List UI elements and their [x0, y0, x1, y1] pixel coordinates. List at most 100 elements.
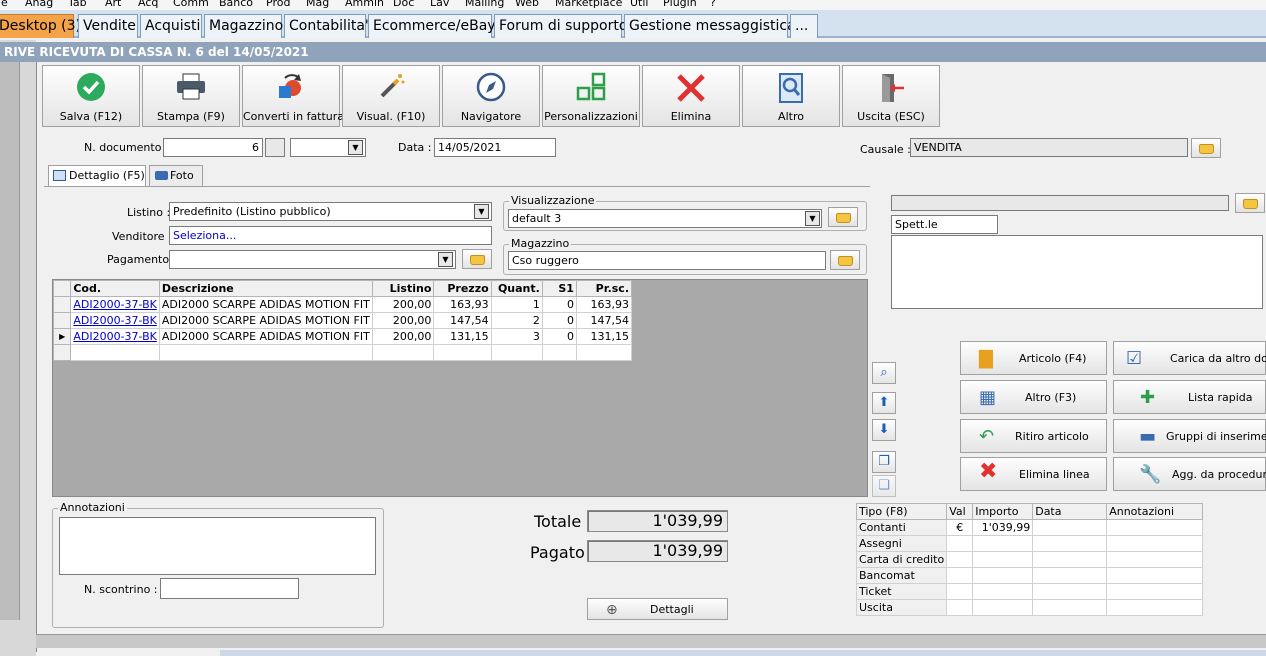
col-tipo[interactable]: Tipo (F8): [855, 503, 948, 520]
convert-invoice-button[interactable]: Converti in fattura: [242, 65, 344, 127]
col-val[interactable]: Val: [946, 503, 974, 520]
customer-title-input[interactable]: Spett.le: [891, 215, 998, 234]
table-row[interactable]: ▶ ADI2000-37-BK ADI2000 SCARPE ADIDAS MO…: [52, 328, 633, 345]
navigator-button[interactable]: Navigatore: [442, 65, 540, 127]
tab-contabilita[interactable]: Contabilita': [284, 14, 369, 38]
copy-row-button[interactable]: ❐: [872, 451, 896, 473]
listino-select[interactable]: Predefinito (Listino pubblico): [169, 202, 492, 221]
table-row[interactable]: Ticket: [855, 583, 1203, 600]
menu-item-marketplace[interactable]: Marketplace: [555, 0, 622, 9]
tab-more[interactable]: ...: [790, 14, 818, 38]
cell-prezzo[interactable]: 131,15: [433, 328, 492, 345]
print-button[interactable]: Stampa (F9): [142, 65, 240, 127]
tab-magazzino[interactable]: Magazzino: [204, 14, 283, 38]
cell-s1[interactable]: 0: [541, 312, 577, 329]
causale-folder-button[interactable]: [1191, 138, 1221, 158]
col-prezzo[interactable]: Prezzo: [433, 280, 492, 297]
menu-item-ammin[interactable]: Ammin: [345, 0, 384, 9]
chevron-down-icon[interactable]: ▼: [348, 140, 363, 155]
magazzino-folder-button[interactable]: [830, 250, 860, 270]
menu-item-doc[interactable]: Doc: [393, 0, 414, 9]
visualizzazione-select[interactable]: default 3: [508, 209, 822, 228]
cell-s1[interactable]: 0: [541, 328, 577, 345]
other-add-button[interactable]: ▦ Altro (F3): [960, 380, 1107, 414]
cell-descrizione[interactable]: ADI2000 SCARPE ADIDAS MOTION FIT: [158, 328, 373, 345]
table-row[interactable]: Uscita: [855, 599, 1203, 616]
menu-item-banco[interactable]: Banco: [219, 0, 253, 9]
col-s1[interactable]: S1: [541, 280, 577, 297]
col-descrizione[interactable]: Descrizione: [158, 280, 373, 297]
table-row[interactable]: Bancomat: [855, 567, 1203, 584]
table-row[interactable]: Assegni: [855, 535, 1203, 552]
tab-foto[interactable]: Foto: [149, 165, 203, 187]
cell-descrizione[interactable]: ADI2000 SCARPE ADIDAS MOTION FIT: [158, 312, 373, 329]
quick-list-button[interactable]: ✚ Lista rapida: [1113, 380, 1266, 414]
return-article-button[interactable]: ↶ Ritiro articolo: [960, 419, 1107, 453]
menu-item-prod[interactable]: Prod: [266, 0, 290, 9]
venditore-input[interactable]: Seleziona...: [169, 226, 492, 245]
cell-prsc[interactable]: 147,54: [575, 312, 633, 329]
cell-quant[interactable]: 3: [490, 328, 543, 345]
cell-listino[interactable]: 200,00: [371, 328, 435, 345]
customer-address-textarea[interactable]: [891, 235, 1263, 309]
save-button[interactable]: Salva (F12): [42, 65, 140, 127]
menu-item-util[interactable]: Util: [630, 0, 648, 9]
magazzino-input[interactable]: Cso ruggero: [508, 251, 826, 270]
tab-ecommerce[interactable]: Ecommerce/eBay: [368, 14, 496, 38]
customize-button[interactable]: Personalizzazioni: [542, 65, 640, 127]
cell-prezzo[interactable]: 147,54: [433, 312, 492, 329]
causale-input[interactable]: VENDITA: [910, 138, 1188, 157]
menu-item-comm[interactable]: Comm: [173, 0, 209, 9]
item-code-link[interactable]: ADI2000-37-BK: [70, 296, 160, 313]
col-importo[interactable]: Importo: [972, 503, 1034, 520]
tab-vendite[interactable]: Vendite: [78, 14, 138, 38]
table-row[interactable]: ADI2000-37-BK ADI2000 SCARPE ADIDAS MOTI…: [52, 312, 633, 329]
col-annotazioni[interactable]: Annotazioni: [1106, 503, 1203, 520]
cell-prsc[interactable]: 163,93: [575, 296, 633, 313]
col-data[interactable]: Data: [1032, 503, 1108, 520]
move-down-button[interactable]: ⬇: [872, 419, 896, 441]
tab-dettaglio[interactable]: Dettaglio (F5): [48, 165, 146, 187]
menu-item-mag[interactable]: Mag: [306, 0, 329, 9]
col-listino[interactable]: Listino: [371, 280, 435, 297]
chevron-down-icon[interactable]: ▼: [438, 252, 453, 267]
col-quant[interactable]: Quant.: [490, 280, 543, 297]
insert-groups-button[interactable]: ▬ Gruppi di inserimento: [1113, 419, 1266, 453]
load-from-doc-button[interactable]: ☑ Carica da altro doc.: [1113, 341, 1266, 375]
doc-number-input[interactable]: 6: [163, 138, 263, 157]
update-procedure-button[interactable]: 🔧 Agg. da procedura: [1113, 457, 1266, 491]
delete-line-button[interactable]: ✖ Elimina linea: [960, 457, 1107, 491]
cell-quant[interactable]: 2: [490, 312, 543, 329]
menu-item-acq[interactable]: Acq: [138, 0, 158, 9]
cell-listino[interactable]: 200,00: [371, 312, 435, 329]
chevron-down-icon[interactable]: ▼: [474, 204, 489, 219]
view-button[interactable]: Visual. (F10): [342, 65, 440, 127]
cell-quant[interactable]: 1: [490, 296, 543, 313]
table-row[interactable]: ADI2000-37-BK ADI2000 SCARPE ADIDAS MOTI…: [52, 296, 633, 313]
table-row[interactable]: Contanti €1'039,99: [855, 519, 1203, 536]
menu-item-web[interactable]: Web: [515, 0, 539, 9]
visualizzazione-folder-button[interactable]: [828, 207, 858, 227]
cell-s1[interactable]: 0: [541, 296, 577, 313]
table-row-empty[interactable]: [52, 344, 633, 361]
table-row[interactable]: Carta di credito: [855, 551, 1203, 568]
menu-item-art[interactable]: Art: [105, 0, 121, 9]
menu-item-anag[interactable]: Anag: [25, 0, 53, 9]
cell-prezzo[interactable]: 163,93: [433, 296, 492, 313]
menu-item-lav[interactable]: Lav: [430, 0, 449, 9]
tab-desktop[interactable]: Desktop (3): [0, 14, 81, 38]
cell-prsc[interactable]: 131,15: [575, 328, 633, 345]
doc-number-suffix[interactable]: [265, 138, 285, 157]
chevron-down-icon[interactable]: ▼: [805, 211, 820, 226]
item-code-link[interactable]: ADI2000-37-BK: [70, 328, 160, 345]
tab-acquisti[interactable]: Acquisti: [140, 14, 202, 38]
cell-descrizione[interactable]: ADI2000 SCARPE ADIDAS MOTION FIT: [158, 296, 373, 313]
menu-item[interactable]: le: [0, 0, 8, 9]
tab-messaggistica[interactable]: Gestione messaggistica: [624, 14, 796, 38]
details-button[interactable]: ⊕ Dettagli: [587, 598, 728, 620]
col-cod[interactable]: Cod.: [70, 280, 160, 297]
menu-item-tab[interactable]: Tab: [68, 0, 87, 9]
menu-item-plugin[interactable]: Plugin: [663, 0, 697, 9]
menu-item-help[interactable]: ?: [710, 0, 716, 9]
pagamento-select[interactable]: [169, 250, 456, 269]
